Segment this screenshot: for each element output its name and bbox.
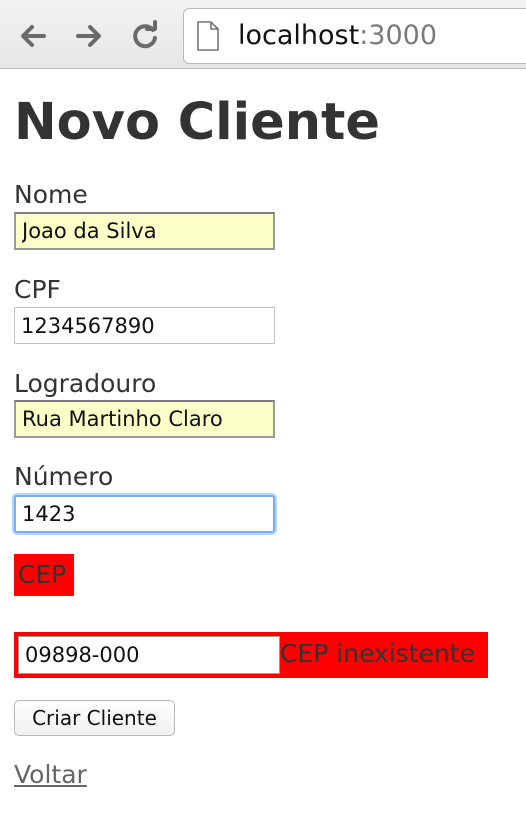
nome-input[interactable] [14,212,275,250]
back-button[interactable] [16,19,50,53]
numero-label: Número [14,462,114,491]
arrow-left-icon [21,25,46,47]
reload-icon [133,20,157,49]
reload-button[interactable] [128,19,162,53]
logradouro-input[interactable] [14,400,275,438]
cep-error-group: CEP inexistente [14,632,488,678]
create-client-button[interactable]: Criar Cliente [14,700,175,736]
cep-error-message: CEP inexistente [280,639,475,668]
browser-toolbar: localhost:3000 [0,0,526,69]
cep-input[interactable] [18,636,280,674]
url-port: :3000 [359,20,438,51]
address-bar[interactable]: localhost:3000 [183,8,526,64]
nome-label: Nome [14,180,88,209]
cpf-label: CPF [14,275,61,304]
page-icon [197,21,219,51]
url-host: localhost [238,20,360,51]
numero-input[interactable] [14,495,275,533]
logradouro-label: Logradouro [14,369,157,398]
cep-label: CEP [14,554,74,596]
back-link[interactable]: Voltar [14,759,87,791]
url-text: localhost:3000 [238,20,437,52]
page-title: Novo Cliente [14,93,381,152]
forward-button[interactable] [72,19,106,53]
arrow-right-icon [76,25,101,47]
cpf-input[interactable] [14,307,275,344]
